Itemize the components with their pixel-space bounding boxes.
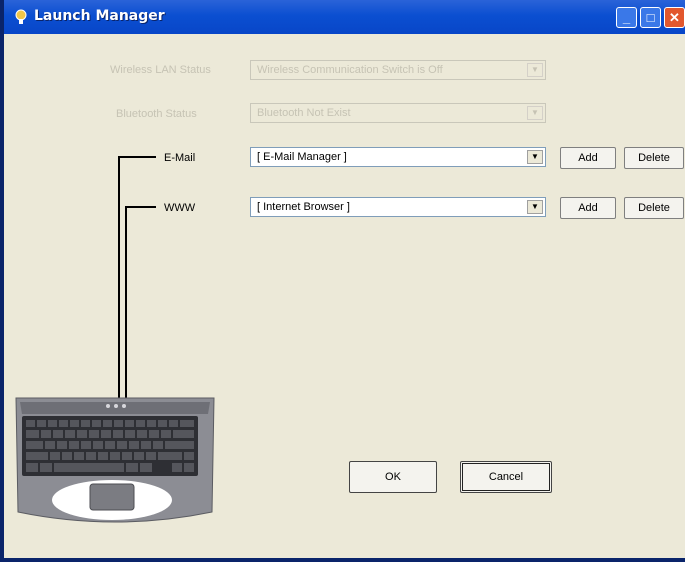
chevron-down-icon[interactable]: ▼	[527, 150, 543, 164]
laptop-keyboard-image	[15, 397, 215, 523]
wireless-lan-value: Wireless Communication Switch is Off	[257, 64, 443, 76]
minimize-icon: _	[622, 10, 631, 25]
wireless-lan-label: Wireless LAN Status	[110, 64, 211, 76]
minimize-button[interactable]: _	[616, 7, 637, 28]
launch-manager-window: Launch Manager _ □ ✕ Wireless LAN Status…	[0, 0, 685, 562]
email-app-value: [ E-Mail Manager ]	[257, 151, 347, 163]
www-connector-line	[125, 206, 156, 208]
www-add-button[interactable]: Add	[560, 197, 616, 219]
www-key-label: WWW	[164, 202, 196, 214]
email-add-button[interactable]: Add	[560, 147, 616, 169]
www-connector-line-vertical	[125, 206, 127, 400]
chevron-down-icon[interactable]: ▼	[527, 200, 543, 214]
email-connector-line-vertical	[118, 156, 120, 400]
maximize-button[interactable]: □	[640, 7, 661, 28]
launch-manager-icon	[15, 9, 27, 24]
www-app-value: [ Internet Browser ]	[257, 201, 350, 213]
cancel-button[interactable]: Cancel	[460, 461, 552, 493]
email-connector-line	[118, 156, 156, 158]
window-title: Launch Manager	[34, 8, 165, 24]
bluetooth-select: Bluetooth Not Exist ▼	[250, 103, 546, 123]
bluetooth-label: Bluetooth Status	[116, 108, 197, 120]
email-delete-button[interactable]: Delete	[624, 147, 684, 169]
www-delete-button[interactable]: Delete	[624, 197, 684, 219]
email-key-label: E-Mail	[164, 152, 196, 164]
chevron-down-icon: ▼	[527, 63, 543, 77]
www-app-select[interactable]: [ Internet Browser ] ▼	[250, 197, 546, 217]
bluetooth-value: Bluetooth Not Exist	[257, 107, 351, 119]
email-app-select[interactable]: [ E-Mail Manager ] ▼	[250, 147, 546, 167]
close-button[interactable]: ✕	[664, 7, 685, 28]
maximize-icon: □	[646, 10, 655, 25]
title-bar[interactable]: Launch Manager _ □ ✕	[4, 0, 685, 34]
close-icon: ✕	[669, 10, 680, 25]
wireless-lan-select: Wireless Communication Switch is Off ▼	[250, 60, 546, 80]
ok-button[interactable]: OK	[349, 461, 437, 493]
chevron-down-icon: ▼	[527, 106, 543, 120]
